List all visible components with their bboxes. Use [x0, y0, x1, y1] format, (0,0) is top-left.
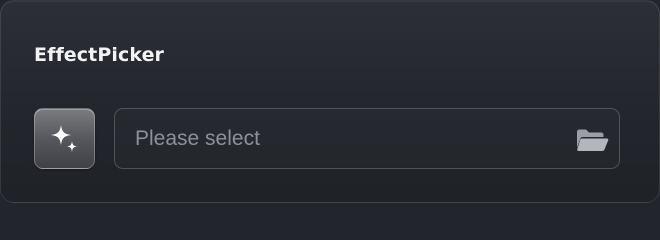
select-placeholder: Please select — [135, 127, 260, 150]
sparkles-icon — [50, 124, 77, 152]
folder-open-icon[interactable] — [575, 128, 609, 152]
effect-picker-panel: EffectPicker Please select — [0, 0, 660, 203]
panel-title: EffectPicker — [34, 44, 165, 66]
effect-preview-button[interactable] — [34, 108, 95, 169]
effect-select-field[interactable]: Please select — [114, 108, 620, 169]
